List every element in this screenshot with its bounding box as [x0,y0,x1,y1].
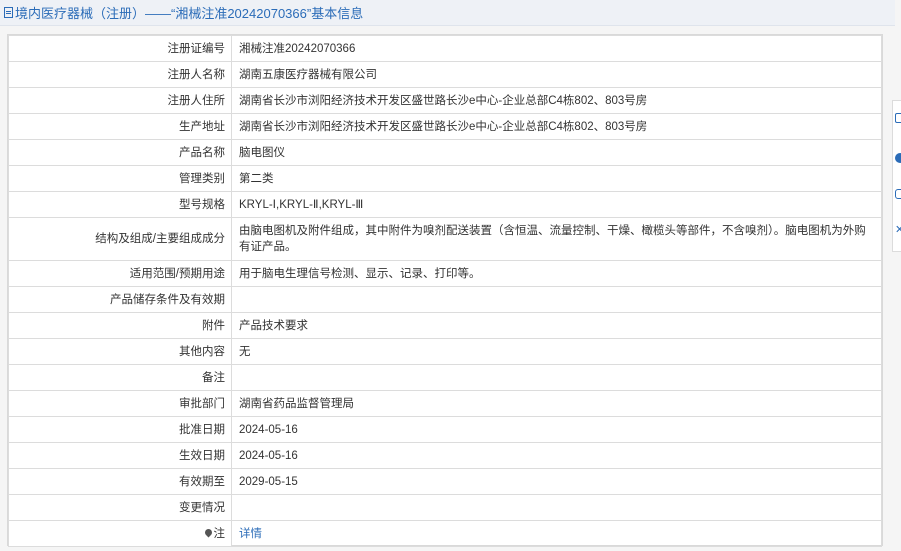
table-row: 注册证编号 湘械注准20242070366 [8,35,882,62]
table-row: 附件 产品技术要求 [8,312,882,339]
table-row: 审批部门 湖南省药品监督管理局 [8,390,882,417]
row-value: 产品技术要求 [231,312,882,339]
close-icon[interactable]: ✕ [895,225,901,236]
row-label: 有效期至 [8,468,232,495]
row-label: 注册人名称 [8,61,232,88]
row-value [231,494,882,521]
row-value: 2029-05-15 [231,468,882,495]
row-value: KRYL-Ⅰ,KRYL-Ⅱ,KRYL-Ⅲ [231,191,882,218]
row-label: 备注 [8,364,232,391]
row-label: 生效日期 [8,442,232,469]
page-title: 境内医疗器械（注册）——“湘械注准20242070366”基本信息 [15,6,364,21]
row-label: 结构及组成/主要组成成分 [8,217,232,261]
info-table: 注册证编号 湘械注准20242070366 注册人名称 湖南五康医疗器械有限公司 注… [8,35,882,547]
table-row: 管理类别 第二类 [8,165,882,192]
row-value: 湘械注准20242070366 [231,35,882,62]
copy-icon[interactable] [895,189,901,199]
info-panel: 注册证编号 湘械注准20242070366 注册人名称 湖南五康医疗器械有限公司 注… [7,34,883,547]
table-row: 备注 [8,364,882,391]
table-row: 批准日期 2024-05-16 [8,416,882,443]
row-value [231,286,882,313]
table-row: 变更情况 [8,494,882,521]
row-label: 审批部门 [8,390,232,417]
row-label: 生产地址 [8,113,232,140]
row-value: 由脑电图机及附件组成，其中附件为嗅剂配送装置（含恒温、流量控制、干燥、橄榄头等部… [231,217,882,261]
pin-icon [203,527,213,537]
row-label: 产品名称 [8,139,232,166]
table-row: 注 详情 [8,520,882,547]
row-value: 第二类 [231,165,882,192]
detail-link[interactable]: 详情 [239,528,262,540]
row-label-note: 注 [8,520,232,547]
table-row: 结构及组成/主要组成成分 由脑电图机及附件组成，其中附件为嗅剂配送装置（含恒温、流… [8,217,882,261]
row-label: 其他内容 [8,338,232,365]
info-icon[interactable] [895,153,901,163]
row-label: 注册证编号 [8,35,232,62]
table-row: 生效日期 2024-05-16 [8,442,882,469]
table-row: 生产地址 湖南省长沙市浏阳经济技术开发区盛世路长沙e中心-企业总部C4栋802、8… [8,113,882,140]
row-value: 湖南省药品监督管理局 [231,390,882,417]
table-row: 注册人住所 湖南省长沙市浏阳经济技术开发区盛世路长沙e中心-企业总部C4栋802、… [8,87,882,114]
row-value: 湖南省长沙市浏阳经济技术开发区盛世路长沙e中心-企业总部C4栋802、803号房 [231,87,882,114]
row-label: 注册人住所 [8,87,232,114]
row-label: 管理类别 [8,165,232,192]
table-row: 产品名称 脑电图仪 [8,139,882,166]
table-row: 注册人名称 湖南五康医疗器械有限公司 [8,61,882,88]
table-row: 适用范围/预期用途 用于脑电生理信号检测、显示、记录、打印等。 [8,260,882,287]
row-value: 湖南省长沙市浏阳经济技术开发区盛世路长沙e中心-企业总部C4栋802、803号房 [231,113,882,140]
row-value: 湖南五康医疗器械有限公司 [231,61,882,88]
note-label: 注 [213,527,226,540]
table-row: 有效期至 2029-05-15 [8,468,882,495]
table-row: 产品储存条件及有效期 [8,286,882,313]
table-row: 其他内容无 [8,338,882,365]
page-header: 境内医疗器械（注册）——“湘械注准20242070366”基本信息 [0,0,895,26]
row-value: 2024-05-16 [231,416,882,443]
row-label: 产品储存条件及有效期 [8,286,232,313]
table-row: 型号规格 KRYL-Ⅰ,KRYL-Ⅱ,KRYL-Ⅲ [8,191,882,218]
row-value: 无 [231,338,882,365]
row-value: 用于脑电生理信号检测、显示、记录、打印等。 [231,260,882,287]
side-toolbar: ✕ [892,100,901,252]
row-label: 适用范围/预期用途 [8,260,232,287]
row-value [231,364,882,391]
row-label: 变更情况 [8,494,232,521]
row-value: 脑电图仪 [231,139,882,166]
row-label: 批准日期 [8,416,232,443]
row-label: 型号规格 [8,191,232,218]
row-value: 2024-05-16 [231,442,882,469]
document-icon[interactable] [895,113,901,123]
row-label: 附件 [8,312,232,339]
row-value: 详情 [231,520,882,547]
document-icon [4,7,13,18]
